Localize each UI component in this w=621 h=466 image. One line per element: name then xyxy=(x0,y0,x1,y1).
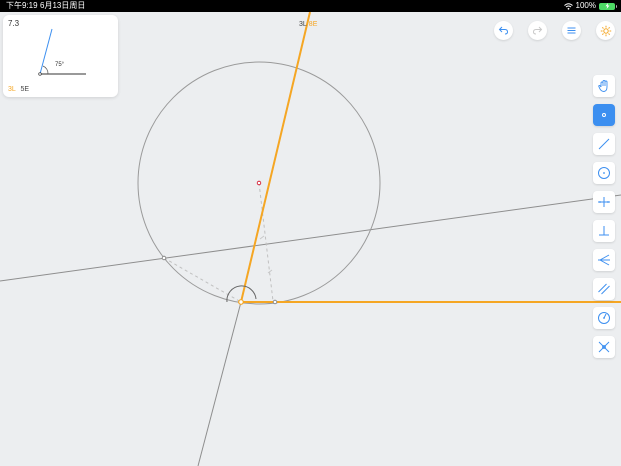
intersection-point[interactable] xyxy=(272,299,278,305)
construction-line-horizontal[interactable] xyxy=(0,194,621,282)
level-angle-label: 75° xyxy=(55,62,65,68)
redo-icon xyxy=(532,26,543,35)
line-icon xyxy=(598,138,610,150)
compass-tool[interactable] xyxy=(593,307,615,329)
intersect-icon xyxy=(598,341,610,353)
redo-button[interactable] xyxy=(528,21,547,40)
move-tool[interactable] xyxy=(593,75,615,97)
constructed-ray[interactable] xyxy=(240,12,311,303)
intersect-tool[interactable] xyxy=(593,336,615,358)
score-euclid: 8E xyxy=(308,21,318,28)
perpendicular-bisector-tool[interactable] xyxy=(593,191,615,213)
line-tool[interactable] xyxy=(593,133,615,155)
parallel-icon xyxy=(598,283,610,295)
point-icon xyxy=(602,113,606,117)
menu-button[interactable] xyxy=(562,21,581,40)
perpendicular-icon xyxy=(599,226,609,236)
status-right: 100% xyxy=(563,0,617,12)
perpendicular-tool[interactable] xyxy=(593,220,615,242)
goal-euclid: 5E xyxy=(20,86,30,93)
point-tool[interactable] xyxy=(593,104,615,126)
level-goals: 3L 5E xyxy=(8,86,29,93)
construction-line-down[interactable] xyxy=(197,301,242,466)
hint-icon xyxy=(600,25,611,36)
hand-icon xyxy=(598,80,608,92)
score-lines: 3L xyxy=(299,21,307,28)
compass-icon xyxy=(598,312,610,324)
menu-icon xyxy=(567,27,576,34)
intersection-point[interactable] xyxy=(161,255,167,261)
hint-button[interactable] xyxy=(596,21,615,40)
level-preview-diagram xyxy=(38,28,86,76)
battery-icon xyxy=(599,2,617,10)
undo-icon xyxy=(498,26,509,35)
status-bar: 下午9:19 6月13日周日 100% xyxy=(0,0,621,12)
vertex-point[interactable] xyxy=(238,299,244,305)
perpendicular-bisector-icon xyxy=(598,197,610,207)
angle-bisector-tool[interactable] xyxy=(593,249,615,271)
charging-bolt-icon xyxy=(605,3,609,9)
circle-center-point[interactable] xyxy=(256,180,262,186)
circle-icon xyxy=(598,167,610,179)
angle-bisector-icon xyxy=(598,254,610,266)
undo-button[interactable] xyxy=(494,21,513,40)
circle-tool[interactable] xyxy=(593,162,615,184)
battery-percent: 100% xyxy=(575,1,596,10)
goal-lines: 3L xyxy=(8,86,16,93)
dashed-helper-line xyxy=(163,257,242,303)
move-counter: 3L 8E xyxy=(299,21,317,28)
level-card[interactable]: 7.3 75° 3L 5E xyxy=(3,15,118,97)
status-date: 6月13日周日 xyxy=(40,1,86,10)
status-time: 下午9:19 xyxy=(6,1,38,10)
tick-mark xyxy=(259,235,265,240)
parallel-tool[interactable] xyxy=(593,278,615,300)
wifi-icon xyxy=(563,2,573,10)
